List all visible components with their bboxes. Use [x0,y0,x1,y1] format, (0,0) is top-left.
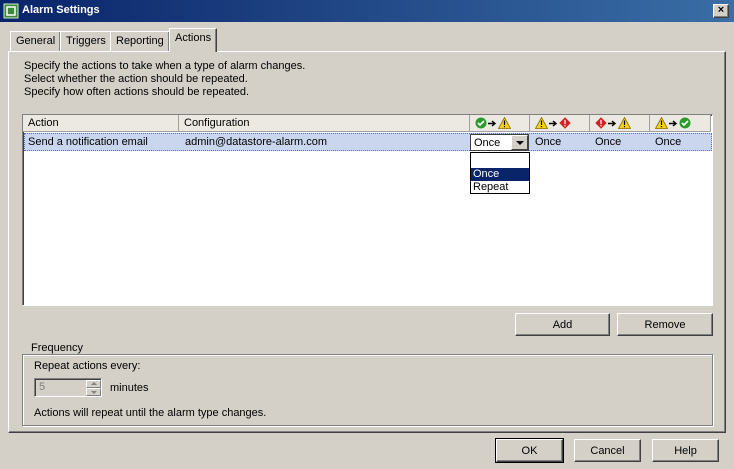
warning-icon [618,117,631,129]
app-icon [3,3,19,19]
tab-triggers[interactable]: Triggers [60,31,112,51]
column-header-configuration[interactable]: Configuration [179,115,470,132]
repeat-cell[interactable]: Once [535,136,561,148]
ok-button[interactable]: OK [495,438,564,463]
instructions: Specify the actions to take when a type … [24,60,305,99]
close-button[interactable]: × [713,4,729,18]
alert-icon [559,117,571,129]
column-header-ok-to-warning[interactable] [470,115,530,132]
tab-actions[interactable]: Actions [169,28,218,52]
title-bar [0,0,734,22]
dropdown-option-blank[interactable] [471,154,529,167]
repeat-actions-label: Repeat actions every: [34,360,141,372]
dropdown-option-once[interactable]: Once [471,168,529,181]
ok-icon [475,117,487,129]
configuration-cell: admin@datastore-alarm.com [185,136,327,148]
spin-up-button[interactable] [86,380,101,388]
repeat-note: Actions will repeat until the alarm type… [34,407,267,419]
arrow-down-icon [91,391,97,394]
arrow-right-icon [549,119,558,127]
add-button[interactable]: Add [515,313,610,336]
spin-down-button[interactable] [86,388,101,396]
repeat-interval-spinner[interactable] [86,380,101,396]
minutes-label: minutes [110,382,149,394]
combo-dropdown-button[interactable] [511,135,528,150]
frequency-legend: Frequency [28,342,86,354]
column-header-warning-to-alert[interactable] [530,115,590,132]
repeat-cell[interactable]: Once [655,136,681,148]
instruction-line: Select whether the action should be repe… [24,73,248,85]
instruction-line: Specify how often actions should be repe… [24,86,250,98]
help-button[interactable]: Help [652,439,719,462]
arrow-right-icon [608,119,617,127]
ok-icon [679,117,691,129]
alert-icon [595,117,607,129]
arrow-right-icon [488,119,497,127]
remove-button[interactable]: Remove [617,313,713,336]
dropdown-option-repeat[interactable]: Repeat [471,181,529,194]
arrow-right-icon [669,119,678,127]
cancel-button[interactable]: Cancel [574,439,641,462]
repeat-cell[interactable]: Once [595,136,621,148]
warning-icon [655,117,668,129]
repeat-combo-value: Once [474,137,501,149]
column-header-alert-to-warning[interactable] [590,115,650,132]
arrow-up-icon [91,382,97,385]
window-title: Alarm Settings [22,4,100,16]
instruction-line: Specify the actions to take when a type … [24,60,306,72]
column-header-warning-to-ok[interactable] [650,115,711,132]
chevron-down-icon [516,141,524,145]
warning-icon [498,117,511,129]
column-header-action[interactable]: Action [23,115,179,132]
warning-icon [535,117,548,129]
tab-reporting[interactable]: Reporting [110,31,170,51]
action-cell: Send a notification email [28,136,148,148]
repeat-dropdown-list: Once Repeat [470,152,530,194]
tab-general[interactable]: General [10,31,62,51]
